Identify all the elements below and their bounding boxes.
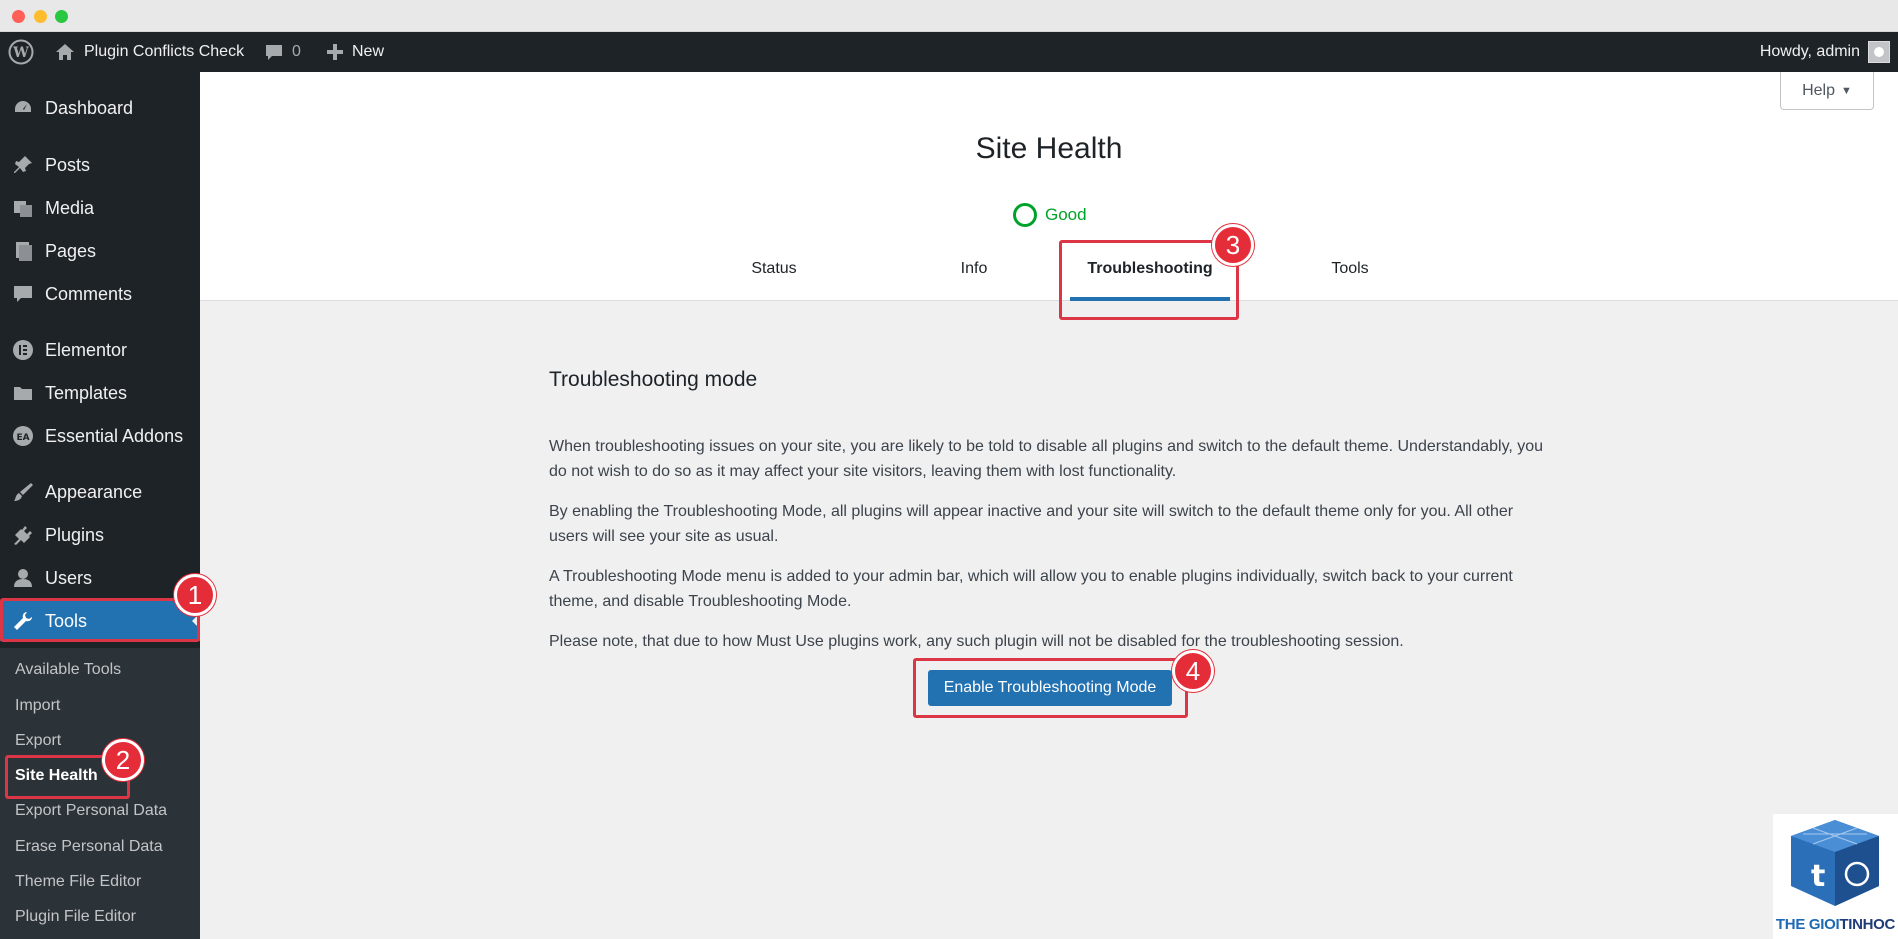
window-titlebar (0, 0, 1898, 32)
howdy-text: Howdy, admin (1759, 43, 1860, 60)
minimize-window-button[interactable] (34, 10, 47, 23)
sidebar-item-label: Templates (45, 382, 128, 403)
avatar (1868, 41, 1890, 63)
user-icon (0, 567, 45, 589)
comments-link[interactable]: 0 (264, 32, 301, 72)
tab-label: Tools (1331, 260, 1369, 277)
close-window-button[interactable] (12, 10, 25, 23)
site-health-header: Help ▼ Site Health Good Status Info Trou… (200, 72, 1898, 301)
submenu-export-personal-data[interactable]: Export Personal Data (15, 802, 167, 820)
paragraph: When troubleshooting issues on your site… (549, 438, 1544, 480)
help-button[interactable]: Help ▼ (1780, 72, 1874, 110)
dashboard-icon (0, 97, 45, 119)
media-icon (0, 197, 45, 219)
plus-icon (327, 44, 343, 60)
comment-icon (0, 283, 45, 305)
health-ring-icon (1013, 203, 1037, 227)
submenu-export[interactable]: Export (15, 732, 61, 750)
sidebar-item-templates[interactable]: Templates (0, 373, 200, 413)
submenu-plugin-file-editor[interactable]: Plugin File Editor (15, 908, 136, 926)
caret-down-icon: ▼ (1841, 84, 1852, 97)
watermark-logo: t THE GIOITINHOC (1773, 814, 1898, 939)
svg-text:W: W (12, 45, 29, 61)
site-name-link[interactable]: Plugin Conflicts Check (54, 32, 244, 72)
sidebar-item-comments[interactable]: Comments (0, 274, 200, 314)
sidebar-item-label: Media (45, 197, 95, 218)
health-status-label: Good (1045, 205, 1087, 224)
folder-icon (0, 382, 45, 404)
page-title: Site Health (975, 132, 1123, 165)
cube-logo-icon: t (1791, 820, 1879, 906)
comment-bubble-icon (266, 45, 282, 60)
plug-icon (0, 524, 45, 546)
sidebar-item-appearance[interactable]: Appearance (0, 472, 200, 512)
svg-text:t: t (1811, 859, 1825, 894)
annotation-badge-3: 3 (1212, 224, 1254, 266)
sidebar-item-label: Elementor (45, 339, 128, 360)
new-label: New (352, 43, 385, 60)
admin-sidebar: Dashboard Posts Media Pages Comments Ele… (0, 72, 200, 939)
svg-text:EA: EA (16, 433, 29, 443)
paragraph: By enabling the Troubleshooting Mode, al… (549, 503, 1514, 545)
highlight-tools (0, 598, 200, 642)
submenu-erase-personal-data[interactable]: Erase Personal Data (15, 838, 163, 856)
sidebar-item-label: Pages (45, 240, 97, 261)
home-icon (56, 44, 74, 60)
sidebar-item-label: Essential Addons (45, 425, 184, 446)
tab-label: Status (751, 260, 797, 277)
sidebar-item-posts[interactable]: Posts (0, 145, 200, 185)
sidebar-item-label: Users (45, 567, 93, 588)
brush-icon (0, 481, 45, 503)
pages-icon (0, 240, 45, 262)
annotation-badge-2: 2 (102, 739, 144, 781)
elementor-icon (0, 339, 45, 361)
sidebar-item-label: Plugins (45, 524, 105, 545)
sidebar-item-plugins[interactable]: Plugins (0, 515, 200, 555)
health-status: Good (1013, 203, 1087, 227)
account-menu[interactable]: Howdy, admin (1760, 32, 1890, 72)
sidebar-item-users[interactable]: Users (0, 558, 200, 598)
sidebar-item-media[interactable]: Media (0, 188, 200, 228)
paragraph: A Troubleshooting Mode menu is added to … (549, 568, 1513, 610)
sidebar-item-dashboard[interactable]: Dashboard (0, 88, 200, 128)
comments-count: 0 (292, 43, 301, 60)
tab-label: Info (960, 260, 988, 277)
zoom-window-button[interactable] (55, 10, 68, 23)
highlight-troubleshooting-tab (1059, 240, 1239, 320)
pin-icon (0, 154, 45, 176)
ea-icon: EA (0, 425, 45, 447)
sidebar-item-essential-addons[interactable]: EA Essential Addons (0, 416, 200, 456)
help-label: Help (1802, 81, 1835, 99)
sidebar-item-label: Comments (45, 283, 133, 304)
wordpress-logo-icon[interactable]: W (8, 32, 34, 72)
site-name: Plugin Conflicts Check (84, 43, 245, 60)
admin-bar: W Plugin Conflicts Check 0 New Howdy, ad… (0, 32, 1898, 72)
new-content-link[interactable]: New (326, 32, 384, 72)
annotation-badge-4: 4 (1172, 650, 1214, 692)
submenu-import[interactable]: Import (15, 697, 60, 715)
section-title: Troubleshooting mode (549, 368, 758, 391)
watermark-text: THE GIOITINHOC (1775, 916, 1896, 933)
sidebar-item-label: Appearance (45, 481, 143, 502)
submenu-theme-file-editor[interactable]: Theme File Editor (15, 873, 141, 891)
highlight-enable-button (913, 658, 1188, 718)
sidebar-item-pages[interactable]: Pages (0, 231, 200, 271)
tab-tools[interactable]: Tools (1283, 260, 1417, 301)
sidebar-item-elementor[interactable]: Elementor (0, 330, 200, 370)
annotation-badge-1: 1 (174, 574, 216, 616)
paragraph: Please note, that due to how Must Use pl… (549, 633, 1404, 650)
tab-status[interactable]: Status (707, 260, 841, 301)
sidebar-item-label: Dashboard (45, 97, 134, 118)
sidebar-item-label: Posts (45, 154, 91, 175)
tab-info[interactable]: Info (907, 260, 1041, 301)
submenu-available-tools[interactable]: Available Tools (15, 661, 121, 679)
